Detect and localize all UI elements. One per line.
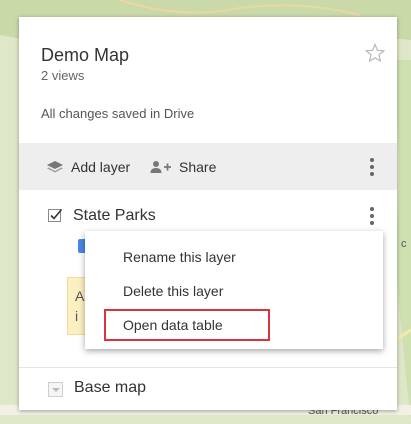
base-map-row[interactable]: Base map	[19, 376, 397, 402]
map-options-menu-icon[interactable]	[364, 155, 380, 179]
panel-divider	[19, 367, 397, 368]
delete-layer-menu-item[interactable]: Delete this layer	[85, 275, 383, 307]
save-status: All changes saved in Drive	[41, 106, 195, 121]
layer-options-menu-icon[interactable]	[364, 204, 380, 228]
share-button[interactable]: Share	[150, 143, 216, 190]
layer-visibility-checkbox[interactable]	[48, 208, 63, 223]
layer-row-state-parks: State Parks	[19, 203, 397, 231]
layer-options-menu: Rename this layer Delete this layer Open…	[85, 231, 383, 349]
open-data-table-menu-item[interactable]: Open data table	[85, 309, 383, 341]
map-edge-label: c	[401, 238, 407, 250]
layer-name[interactable]: State Parks	[73, 207, 156, 225]
view-count: 2 views	[41, 68, 85, 83]
base-map-label: Base map	[74, 379, 147, 396]
share-label: Share	[179, 158, 217, 175]
info-box-text-line2: i	[75, 308, 79, 324]
map-title[interactable]: Demo Map	[41, 45, 129, 66]
map-info-panel: Demo Map 2 views All changes saved in Dr…	[19, 17, 397, 410]
add-person-icon	[150, 160, 171, 173]
add-layer-label: Add layer	[71, 158, 131, 175]
layers-icon	[47, 160, 63, 172]
info-box-text-line1: A	[75, 288, 85, 304]
star-icon[interactable]	[364, 42, 386, 63]
add-layer-button[interactable]: Add layer	[46, 143, 130, 190]
rename-layer-menu-item[interactable]: Rename this layer	[85, 241, 383, 273]
layer-toolbar: Add layer Share	[19, 143, 397, 190]
expand-arrow-icon[interactable]	[48, 382, 63, 397]
